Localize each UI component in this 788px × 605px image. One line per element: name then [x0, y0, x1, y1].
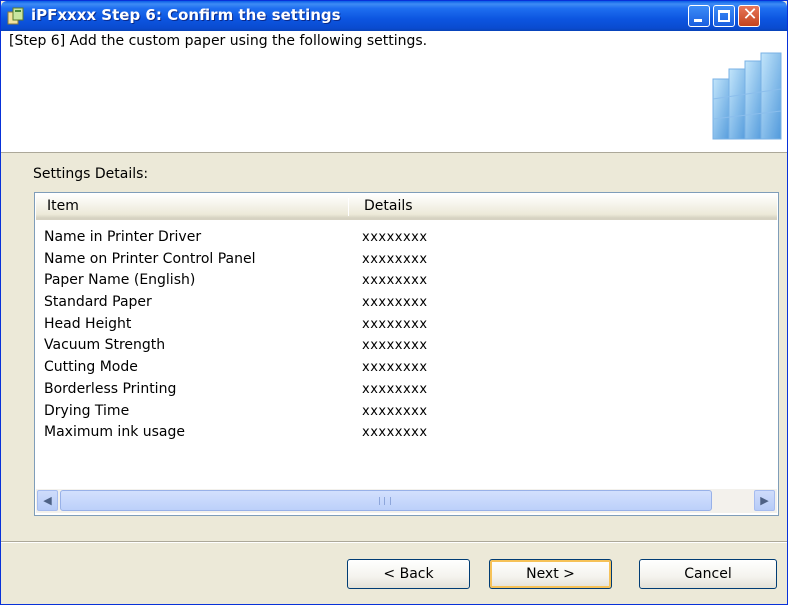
minimize-button[interactable] — [688, 5, 710, 27]
item-details: xxxxxxxx — [362, 381, 428, 397]
close-icon: ✕ — [742, 4, 758, 25]
column-header-item[interactable]: Item — [47, 194, 79, 218]
item-name: Vacuum Strength — [44, 337, 166, 354]
item-details: xxxxxxxx — [362, 316, 428, 332]
item-details: xxxxxxxx — [362, 360, 428, 376]
list-item[interactable]: Cutting Mode xxxxxxxx — [44, 359, 764, 381]
title-bar[interactable]: iPFxxxx Step 6: Confirm the settings ✕ — [1, 1, 787, 31]
settings-list[interactable]: Item Details Name in Printer Driver xxxx… — [34, 192, 779, 516]
scrollbar-thumb[interactable] — [60, 490, 712, 511]
maximize-button[interactable] — [713, 5, 735, 27]
next-button[interactable]: Next > — [489, 559, 612, 589]
list-item[interactable]: Standard Paper xxxxxxxx — [44, 294, 764, 316]
chevron-right-icon: ▶ — [760, 494, 769, 507]
item-name: Borderless Printing — [44, 380, 177, 397]
list-item[interactable]: Maximum ink usage xxxxxxxx — [44, 424, 764, 446]
list-rows: Name in Printer Driver xxxxxxxx Name on … — [44, 229, 764, 446]
list-item[interactable]: Vacuum Strength xxxxxxxx — [44, 337, 764, 359]
list-item[interactable]: Drying Time xxxxxxxx — [44, 403, 764, 425]
column-divider[interactable] — [348, 198, 349, 216]
item-details: xxxxxxxx — [362, 338, 428, 354]
cancel-button[interactable]: Cancel — [639, 559, 777, 589]
horizontal-scrollbar[interactable]: ◀ ▶ — [36, 489, 777, 513]
wizard-window: iPFxxxx Step 6: Confirm the settings ✕ [… — [0, 0, 788, 605]
column-header-details[interactable]: Details — [364, 194, 413, 218]
minimize-icon — [694, 19, 702, 22]
item-details: xxxxxxxx — [362, 295, 428, 311]
grip-icon — [379, 497, 391, 505]
list-header: Item Details — [36, 194, 777, 220]
list-item[interactable]: Borderless Printing xxxxxxxx — [44, 381, 764, 403]
list-item[interactable]: Paper Name (English) xxxxxxxx — [44, 272, 764, 294]
item-details: xxxxxxxx — [362, 251, 428, 267]
printer-paper-icon — [7, 7, 24, 25]
item-name: Paper Name (English) — [44, 272, 196, 289]
chevron-left-icon: ◀ — [43, 494, 52, 507]
item-name: Name on Printer Control Panel — [44, 250, 256, 267]
item-details: xxxxxxxx — [362, 230, 428, 245]
footer-divider — [1, 541, 787, 543]
item-name: Head Height — [44, 315, 132, 332]
back-button[interactable]: < Back — [347, 559, 470, 589]
item-details: xxxxxxxx — [362, 425, 428, 441]
list-item[interactable]: Head Height xxxxxxxx — [44, 316, 764, 338]
window-title: iPFxxxx Step 6: Confirm the settings — [31, 6, 341, 24]
item-details: xxxxxxxx — [362, 273, 428, 289]
list-item[interactable]: Name in Printer Driver xxxxxxxx — [44, 229, 764, 251]
wizard-header: [Step 6] Add the custom paper using the … — [1, 31, 787, 153]
item-details: xxxxxxxx — [362, 403, 428, 419]
item-name: Name in Printer Driver — [44, 229, 202, 245]
maximize-icon — [718, 10, 730, 22]
item-name: Maximum ink usage — [44, 424, 185, 441]
step-instruction: [Step 6] Add the custom paper using the … — [9, 33, 428, 49]
item-name: Drying Time — [44, 402, 130, 419]
scroll-right-button[interactable]: ▶ — [754, 490, 775, 511]
list-item[interactable]: Name on Printer Control Panel xxxxxxxx — [44, 251, 764, 273]
item-name: Cutting Mode — [44, 359, 138, 376]
item-name: Standard Paper — [44, 294, 152, 311]
paper-rolls-icon — [707, 49, 785, 149]
settings-details-label: Settings Details: — [33, 166, 149, 182]
scroll-left-button[interactable]: ◀ — [37, 490, 58, 511]
close-button[interactable]: ✕ — [738, 4, 760, 27]
